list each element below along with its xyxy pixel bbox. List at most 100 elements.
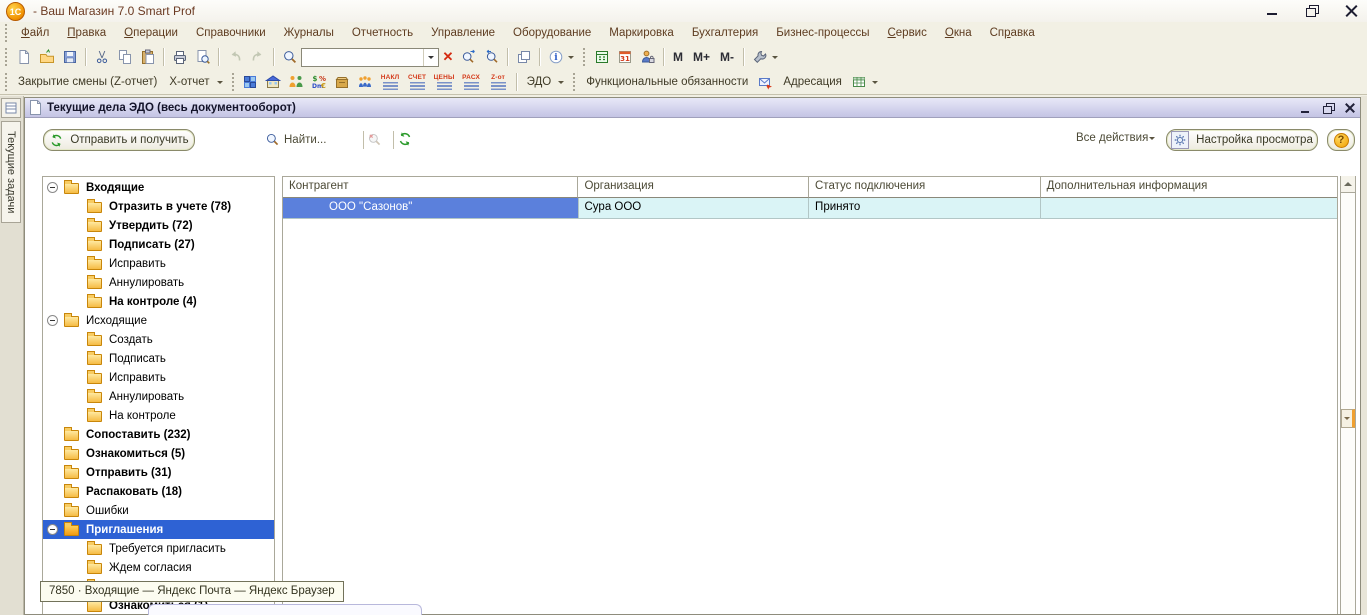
tree-item[interactable]: Отправить (31) [43, 463, 274, 482]
tree-item[interactable]: Аннулировать [43, 387, 274, 406]
memory-m-plus-button[interactable]: M+ [688, 48, 715, 66]
mdi-restore-button[interactable] [1322, 103, 1334, 114]
menu-item-8[interactable]: Маркировка [600, 24, 683, 42]
menu-item-9[interactable]: Бухгалтерия [683, 24, 767, 42]
user-permissions-button[interactable] [636, 46, 659, 68]
table-cell[interactable]: Принято [809, 198, 1041, 219]
menu-item-12[interactable]: Окна [936, 24, 981, 42]
prices-doc-button[interactable]: ЦЕНЫ [431, 71, 458, 93]
menu-item-0[interactable]: Файл [12, 24, 58, 42]
warehouse-box-button[interactable] [331, 71, 354, 93]
currency-button[interactable]: $%Dm€ [308, 71, 331, 93]
minimize-button[interactable] [1265, 5, 1279, 17]
tree-item[interactable]: Ошибки [43, 501, 274, 520]
tree-item[interactable]: Исходящие [43, 311, 274, 330]
chevron-down-icon[interactable] [772, 56, 778, 62]
chevron-down-icon[interactable] [558, 81, 564, 87]
toolbar-grip[interactable] [4, 24, 8, 42]
current-tasks-tab[interactable]: Текущие задачи [1, 121, 21, 223]
table-cell[interactable] [1041, 198, 1337, 219]
menu-item-10[interactable]: Бизнес-процессы [767, 24, 878, 42]
menu-item-4[interactable]: Журналы [275, 24, 343, 42]
send-receive-button[interactable]: Отправить и получить [43, 129, 195, 151]
menu-item-13[interactable]: Справка [981, 24, 1044, 42]
find-next-button[interactable] [457, 46, 480, 68]
view-settings-button[interactable]: Настройка просмотра [1166, 129, 1318, 151]
save-button[interactable] [58, 46, 81, 68]
tree-item[interactable]: Распаковать (18) [43, 482, 274, 501]
tree-item[interactable]: Исправить [43, 254, 274, 273]
cancel-search-button[interactable] [367, 132, 382, 147]
mdi-minimize-button[interactable] [1300, 103, 1312, 114]
tree-expander-icon[interactable] [47, 524, 58, 535]
vertical-scrollbar[interactable] [1340, 176, 1356, 614]
clear-search-button[interactable]: ✕ [439, 49, 457, 65]
store-button[interactable] [262, 71, 285, 93]
edo-window-title-bar[interactable]: Текущие дела ЭДО (весь документооборот) [25, 98, 1360, 118]
edo-button[interactable]: ЭДО [521, 74, 558, 90]
menu-item-2[interactable]: Операции [115, 24, 187, 42]
tree-item[interactable]: Сопоставить (232) [43, 425, 274, 444]
redo-button[interactable] [246, 46, 269, 68]
all-actions-button[interactable]: Все действия [1076, 132, 1159, 144]
tree-item[interactable]: Входящие [43, 178, 274, 197]
menu-item-3[interactable]: Справочники [187, 24, 275, 42]
addressing-button[interactable]: Адресация [777, 74, 848, 90]
menu-item-7[interactable]: Оборудование [504, 24, 600, 42]
find-previous-button[interactable] [480, 46, 503, 68]
find-command[interactable]: Найти... [265, 132, 326, 147]
menu-item-6[interactable]: Управление [422, 24, 504, 42]
undo-button[interactable] [223, 46, 246, 68]
account-doc-button[interactable]: СЧЕТ [404, 71, 431, 93]
paste-button[interactable] [136, 46, 159, 68]
tree-item[interactable]: Требуется пригласить [43, 539, 274, 558]
interface-blocks-button[interactable] [239, 71, 262, 93]
scrollbar-thumb[interactable] [1341, 409, 1355, 428]
toolbar-grip[interactable] [4, 48, 8, 66]
toolbar-grip[interactable] [582, 48, 586, 66]
service-wrench-button[interactable] [748, 46, 771, 68]
tree-item[interactable]: На контроле (4) [43, 292, 274, 311]
table-cell[interactable]: Сура ООО [579, 198, 810, 219]
memory-m-minus-button[interactable]: M- [715, 48, 739, 66]
toolbar-grip[interactable] [572, 73, 576, 91]
staff-group-button[interactable] [354, 71, 377, 93]
functional-duties-button[interactable]: Функциональные обязанности [580, 74, 754, 90]
print-button[interactable] [168, 46, 191, 68]
tree-expander-icon[interactable] [47, 182, 58, 193]
restore-button[interactable] [1305, 5, 1319, 17]
x-report-button[interactable]: X-отчет [163, 74, 215, 90]
column-header[interactable]: Дополнительная информация [1041, 177, 1337, 198]
column-header[interactable]: Контрагент [283, 177, 578, 198]
partners-button[interactable] [285, 71, 308, 93]
open-button[interactable] [35, 46, 58, 68]
column-header[interactable]: Организация [578, 177, 809, 198]
print-preview-button[interactable] [191, 46, 214, 68]
tree-item[interactable]: Ознакомиться (5) [43, 444, 274, 463]
tree-item[interactable]: Подписать [43, 349, 274, 368]
tree-item[interactable]: Ждем согласия [43, 558, 274, 577]
addressing-table-icon[interactable] [848, 71, 871, 93]
tree-item[interactable]: Приглашения [43, 520, 274, 539]
table-row[interactable]: ООО "Сазонов"Сура ОООПринято [283, 198, 1337, 219]
copy-button[interactable] [113, 46, 136, 68]
tree-item[interactable]: Подписать (27) [43, 235, 274, 254]
cut-button[interactable] [90, 46, 113, 68]
expense-doc-button[interactable]: РАСХ [458, 71, 485, 93]
copy-window-button[interactable] [512, 46, 535, 68]
tree-item[interactable]: Исправить [43, 368, 274, 387]
find-button[interactable] [278, 46, 301, 68]
tree-item[interactable]: Аннулировать [43, 273, 274, 292]
tree-item[interactable]: Утвердить (72) [43, 216, 274, 235]
calendar-button[interactable]: 31 [613, 46, 636, 68]
search-combobox[interactable] [301, 48, 439, 67]
calculator-button[interactable] [590, 46, 613, 68]
help-button[interactable]: ? [1327, 129, 1355, 151]
scroll-up-button[interactable] [1341, 176, 1355, 193]
close-button[interactable] [1345, 5, 1359, 17]
menu-item-1[interactable]: Правка [58, 24, 115, 42]
toolbar-overflow-icon[interactable] [217, 81, 223, 87]
info-button[interactable]: i [544, 46, 567, 68]
chevron-down-icon[interactable] [423, 49, 438, 66]
menu-item-5[interactable]: Отчетность [343, 24, 422, 42]
